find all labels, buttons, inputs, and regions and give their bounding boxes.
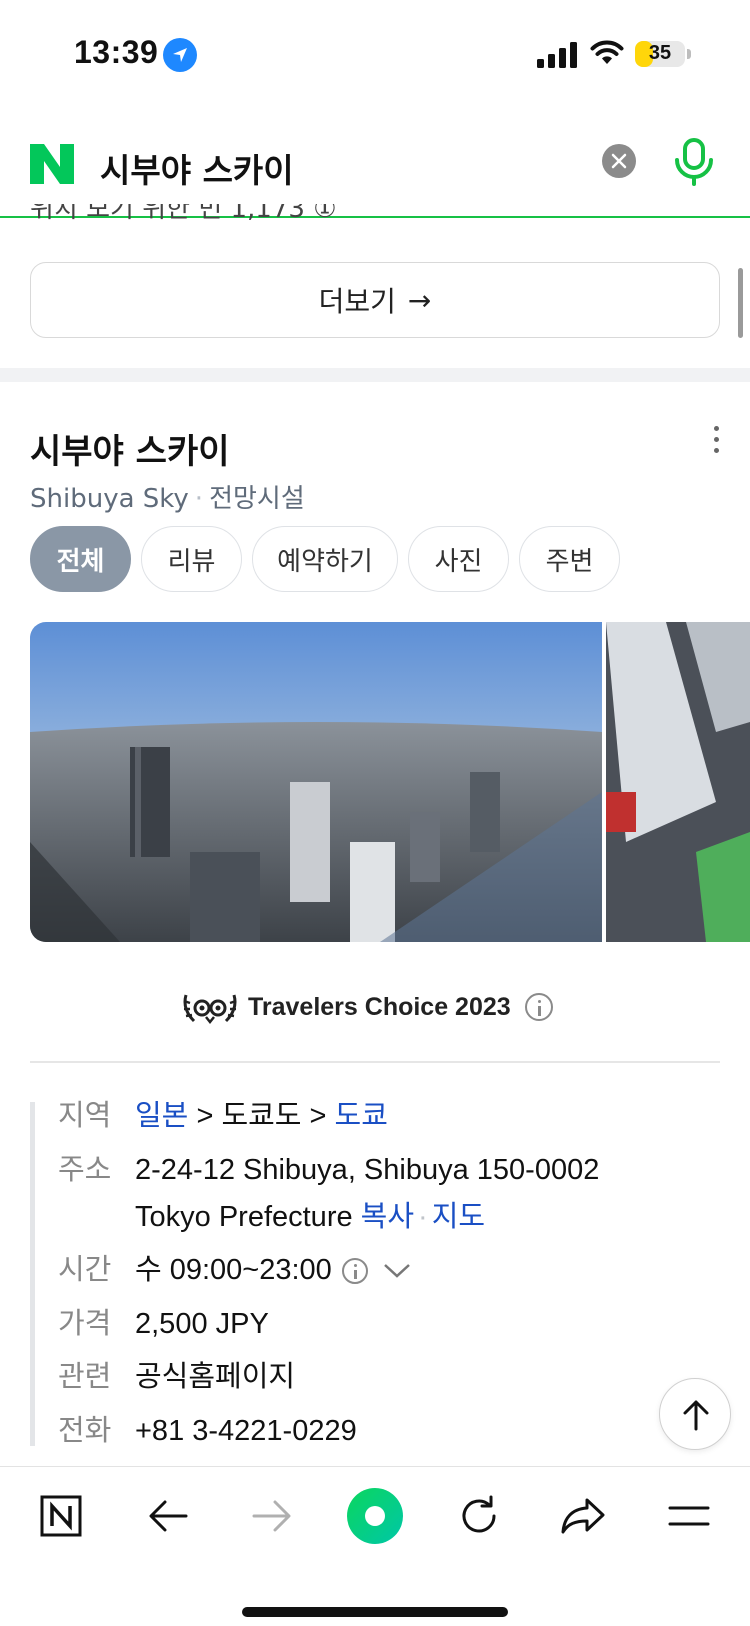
close-icon <box>611 153 627 169</box>
place-category: 전망시설 <box>209 484 305 514</box>
share-icon[interactable] <box>560 1497 606 1535</box>
green-dot-icon[interactable] <box>346 1487 404 1545</box>
award-text: Travelers Choice 2023 <box>248 992 511 1021</box>
info-label: 관련 <box>58 1361 112 1393</box>
tab-reservation[interactable]: 예약하기 <box>252 526 398 592</box>
official-homepage-link[interactable]: 공식홈페이지 <box>135 1357 295 1397</box>
photo-city-view[interactable] <box>30 622 602 942</box>
tab-all[interactable]: 전체 <box>30 526 131 592</box>
map-link[interactable]: 지도 <box>432 1201 485 1233</box>
copy-address-link[interactable]: 복사 <box>361 1201 414 1233</box>
menu-icon[interactable] <box>668 1503 710 1529</box>
info-left-bar <box>30 1102 35 1446</box>
divider <box>30 1061 720 1063</box>
naver-logo-icon[interactable] <box>30 144 74 184</box>
scrollbar[interactable] <box>738 268 743 338</box>
scroll-to-top-button[interactable] <box>659 1378 731 1450</box>
price-value: 2,500 JPY <box>135 1308 269 1340</box>
cut-off-text: 위치 보기 위한 빈 1,173 ① <box>30 204 337 222</box>
cellular-signal-icon <box>537 42 577 68</box>
tab-nearby[interactable]: 주변 <box>519 526 620 592</box>
info-label: 시간 <box>58 1254 112 1286</box>
more-button-label: 더보기 <box>318 285 396 318</box>
arrow-right-icon: → <box>407 283 432 317</box>
clear-search-button[interactable] <box>602 144 636 178</box>
more-options-icon[interactable] <box>708 426 724 458</box>
arrow-up-icon <box>683 1400 709 1431</box>
chevron-down-icon[interactable] <box>382 1262 412 1280</box>
tripadvisor-laurel-icon <box>183 994 237 1025</box>
address-line1: 2-24-12 Shibuya, Shibuya 150-0002 <box>135 1154 600 1186</box>
place-english-name: Shibuya Sky <box>30 484 189 514</box>
region-city-link[interactable]: 도쿄 <box>335 1100 388 1132</box>
tab-review[interactable]: 리뷰 <box>141 526 242 592</box>
info-icon[interactable] <box>524 993 553 1021</box>
photo-gallery[interactable] <box>30 622 750 942</box>
hours-info-icon[interactable] <box>341 1258 368 1285</box>
info-label: 주소 <box>58 1154 112 1186</box>
battery-icon: 35 <box>635 41 685 67</box>
hours-value: 수 09:00~23:00 <box>135 1254 332 1286</box>
place-tabs: 전체 리뷰 예약하기 사진 주변 <box>30 526 630 592</box>
region-country-link[interactable]: 일본 <box>135 1100 188 1132</box>
region-prefecture: 도쿄도 <box>221 1100 302 1132</box>
phone-value[interactable]: +81 3-4221-0229 <box>135 1411 357 1451</box>
info-label: 가격 <box>58 1308 112 1340</box>
place-title[interactable]: 시부야 스카이 <box>30 424 230 473</box>
location-arrow-icon <box>163 38 197 72</box>
forward-icon[interactable] <box>252 1499 292 1533</box>
place-subtitle: Shibuya Sky · 전망시설 <box>30 484 305 514</box>
bottom-nav <box>0 1466 750 1626</box>
wifi-icon <box>590 40 624 64</box>
status-bar: 13:39 35 <box>0 0 750 110</box>
info-label: 지역 <box>58 1100 112 1132</box>
back-icon[interactable] <box>148 1499 188 1533</box>
home-indicator[interactable] <box>242 1607 508 1617</box>
tab-photos[interactable]: 사진 <box>408 526 509 592</box>
naver-home-icon[interactable] <box>40 1495 82 1537</box>
status-time: 13:39 <box>74 34 159 70</box>
section-divider <box>0 368 750 382</box>
photo-building-view[interactable] <box>606 622 750 942</box>
reload-icon[interactable] <box>458 1495 500 1537</box>
travelers-choice-award: Travelers Choice 2023 <box>180 985 553 1029</box>
battery-level: 35 <box>648 42 672 64</box>
search-input[interactable]: 시부야 스카이 <box>100 144 294 192</box>
search-bar: 시부야 스카이 <box>0 110 750 218</box>
mic-icon[interactable] <box>672 138 716 186</box>
info-label: 전화 <box>58 1415 112 1447</box>
more-button[interactable]: 더보기 → <box>30 262 720 338</box>
address-line2: Tokyo Prefecture <box>135 1201 353 1233</box>
